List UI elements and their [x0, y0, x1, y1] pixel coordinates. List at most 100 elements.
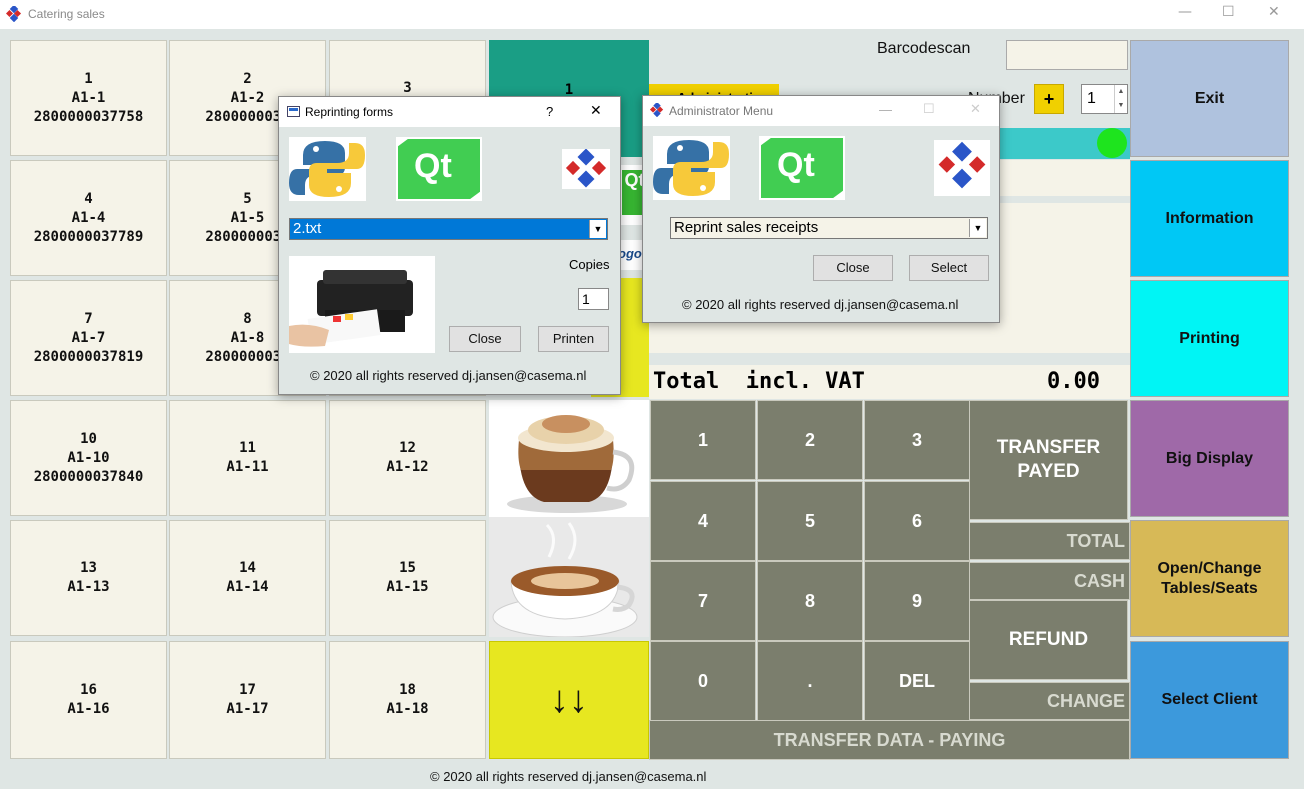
table-button[interactable]: 15 A1-15 [329, 520, 486, 636]
keypad-key[interactable]: 7 [650, 561, 756, 641]
table-code: 2800000037819 [33, 348, 144, 365]
barcode-input[interactable] [1006, 40, 1128, 70]
table-code: 2800000037758 [33, 108, 144, 125]
table-button[interactable]: 11 A1-11 [169, 400, 326, 516]
total-amount: 0.00 [1047, 369, 1100, 394]
table-code: 2800000037 [205, 348, 290, 365]
window-titlebar: Catering sales — ☐ ✕ [0, 0, 1304, 29]
sidebar-button-big-display[interactable]: Big Display [1130, 400, 1289, 517]
admin-action-dropdown[interactable]: Reprint sales receipts ▼ [670, 217, 988, 239]
barcode-label: Barcodescan [877, 40, 971, 57]
table-num: 11 [239, 440, 256, 456]
keypad-key[interactable]: 9 [864, 561, 970, 641]
table-num: 1 [84, 70, 93, 87]
keypad-key[interactable]: 5 [757, 481, 863, 561]
keypad-key[interactable]: 4 [650, 481, 756, 561]
window-title: Catering sales [28, 7, 105, 21]
table-num: 16 [80, 682, 97, 698]
table-button[interactable]: 10 A1-10 2800000037840 [10, 400, 167, 516]
table-num: 17 [239, 682, 256, 698]
table-button[interactable]: 13 A1-13 [10, 520, 167, 636]
keypad-key[interactable]: 2 [757, 400, 863, 480]
dialog-close-icon[interactable]: ✕ [970, 101, 981, 117]
close-button[interactable]: Close [449, 326, 521, 352]
sidebar-button-select-client[interactable]: Select Client [1130, 641, 1289, 759]
sidebar-button-open-change-tables-seats[interactable]: Open/Change Tables/Seats [1130, 520, 1289, 637]
number-spinbox[interactable]: 1 ▲ ▼ [1081, 84, 1128, 114]
table-name: A1-4 [71, 209, 106, 226]
keypad-key[interactable]: . [757, 641, 863, 721]
sidebar-button-exit[interactable]: Exit [1130, 40, 1289, 157]
table-button[interactable]: 18 A1-18 [329, 641, 486, 759]
table-name: A1-2 [230, 89, 265, 106]
company-logo [562, 148, 610, 189]
dialog-titlebar: Administrator Menu — ☐ ✕ [643, 96, 999, 126]
total-field: TOTAL [969, 522, 1130, 560]
copies-input[interactable]: 1 [578, 288, 609, 310]
plus-button[interactable]: + [1034, 84, 1064, 114]
keypad-key[interactable]: 6 [864, 481, 970, 561]
keypad-key[interactable]: 3 [864, 400, 970, 480]
table-num: 5 [243, 190, 252, 207]
table-num: 2 [243, 70, 252, 87]
product-cappuccino-glass[interactable] [489, 400, 649, 520]
minimize-icon[interactable]: — [879, 102, 892, 117]
keypad-key[interactable]: DEL [864, 641, 970, 721]
scroll-down-button[interactable]: ↓↓ [489, 641, 649, 759]
sidebar-button-printing[interactable]: Printing [1130, 280, 1289, 397]
table-code: 2800000037789 [33, 228, 144, 245]
table-num: 13 [80, 560, 97, 576]
cash-field[interactable]: CASH [969, 562, 1130, 600]
keypad-key[interactable]: 8 [757, 561, 863, 641]
table-name: A1-13 [67, 579, 110, 595]
maximize-icon[interactable]: ☐ [923, 101, 935, 117]
dialog-close-icon[interactable]: ✕ [590, 103, 602, 119]
python-logo [289, 137, 366, 201]
table-name: A1-7 [71, 329, 106, 346]
table-num: 18 [399, 682, 416, 698]
table-button[interactable]: 17 A1-17 [169, 641, 326, 759]
print-button[interactable]: Printen [538, 326, 609, 352]
table-button[interactable]: 7 A1-7 2800000037819 [10, 280, 167, 396]
table-button[interactable]: 16 A1-16 [10, 641, 167, 759]
table-button[interactable]: 12 A1-12 [329, 400, 486, 516]
minimize-icon[interactable]: — [1178, 4, 1192, 20]
dialog-footer: © 2020 all rights reserved dj.jansen@cas… [682, 297, 959, 312]
table-name: A1-14 [226, 579, 269, 595]
table-button[interactable]: 14 A1-14 [169, 520, 326, 636]
app-logo-icon [6, 6, 22, 22]
table-name: A1-1 [71, 89, 106, 106]
help-icon[interactable]: ? [546, 104, 553, 119]
transfer-payed-button[interactable]: TRANSFER PAYED [969, 400, 1128, 520]
close-button[interactable]: Close [813, 255, 893, 281]
table-name: A1-17 [226, 701, 269, 717]
sidebar-button-information[interactable]: Information [1130, 160, 1289, 277]
product-coffee-cup[interactable] [489, 517, 649, 637]
change-field: CHANGE [969, 682, 1130, 720]
table-button[interactable]: 1 A1-1 2800000037758 [10, 40, 167, 156]
maximize-icon[interactable]: ☐ [1222, 4, 1235, 20]
close-icon[interactable]: ✕ [1268, 4, 1280, 20]
transfer-data-paying-button[interactable]: TRANSFER DATA - PAYING [649, 720, 1130, 760]
window-app-icon [287, 106, 300, 117]
table-button[interactable]: 4 A1-4 2800000037789 [10, 160, 167, 276]
status-indicator-icon [1097, 128, 1127, 158]
administrator-menu-dialog: Administrator Menu — ☐ ✕ Qt Reprint sale… [642, 95, 1000, 323]
keypad-key[interactable]: 1 [650, 400, 756, 480]
spin-arrows-icon[interactable]: ▲ ▼ [1114, 85, 1127, 113]
table-name: A1-11 [226, 459, 269, 475]
refund-button[interactable]: REFUND [969, 600, 1128, 680]
qt-logo: Qt [396, 137, 482, 201]
table-name: A1-15 [386, 579, 429, 595]
file-select-dropdown[interactable]: 2.txt ▼ [289, 218, 608, 240]
table-num: 12 [399, 440, 416, 456]
keypad-key[interactable]: 0 [650, 641, 756, 721]
printer-image [289, 256, 435, 353]
select-button[interactable]: Select [909, 255, 989, 281]
chevron-down-icon: ▼ [589, 220, 606, 238]
dialog-titlebar: Reprinting forms ? ✕ [279, 97, 620, 127]
table-num: 4 [84, 190, 93, 207]
table-name: A1-16 [67, 701, 110, 717]
table-num: 7 [84, 310, 93, 327]
double-arrow-down-icon: ↓↓ [550, 678, 588, 721]
